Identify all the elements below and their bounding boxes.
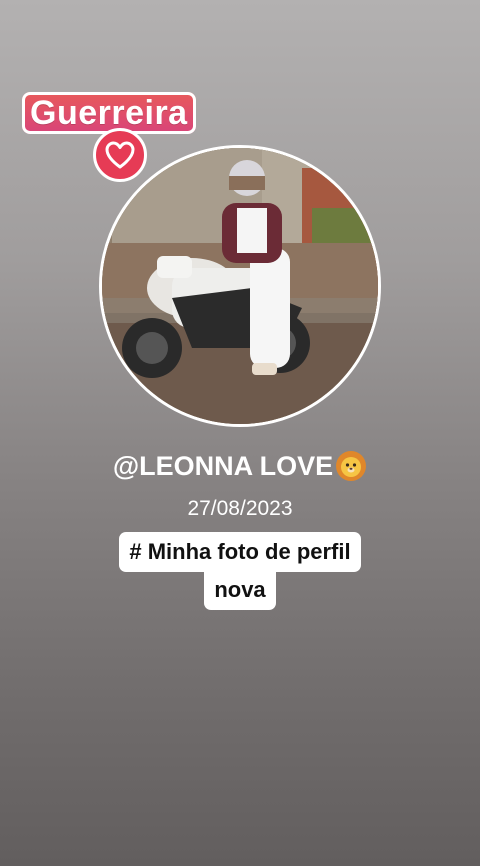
lion-face-emoji	[335, 450, 367, 482]
caption: # Minha foto de perfil nova	[0, 532, 480, 610]
username[interactable]: @LEONNA LOVE	[0, 450, 480, 482]
profile-photo[interactable]	[99, 145, 381, 427]
username-text: @LEONNA LOVE	[112, 450, 334, 481]
guerreira-sticker[interactable]: Guerreira	[22, 92, 196, 134]
heart-icon	[93, 128, 147, 182]
post-date: 27/08/2023	[187, 497, 293, 520]
caption-line-1: # Minha foto de perfil	[119, 532, 361, 572]
caption-line-2: nova	[204, 570, 276, 610]
